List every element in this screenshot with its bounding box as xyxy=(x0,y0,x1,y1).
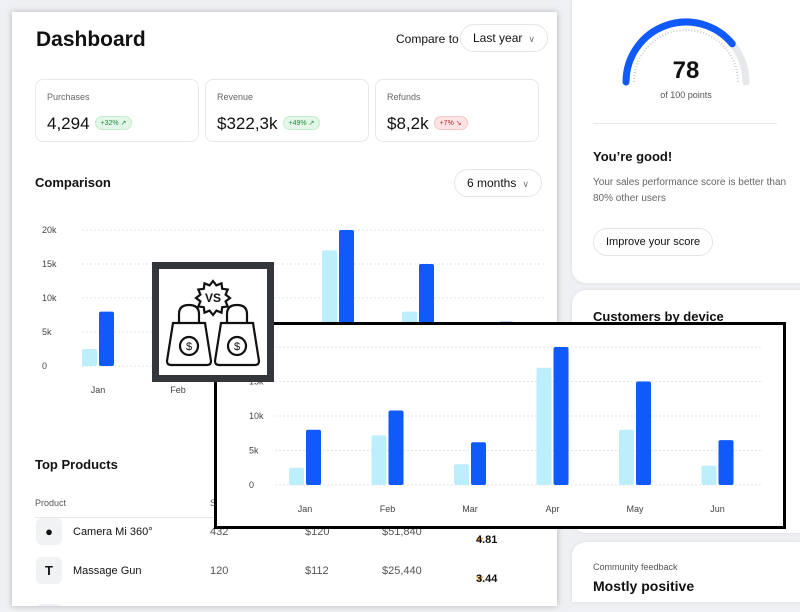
kpi-value: 4,294 xyxy=(47,114,90,133)
feedback-label: Community feedback xyxy=(593,562,678,572)
bar-may-series-1 xyxy=(619,429,634,485)
comparison-title: Comparison xyxy=(35,175,111,190)
product-name: Camera Mi 360° xyxy=(73,526,153,538)
x-tick-label: Jan xyxy=(91,385,106,395)
bar-apr-series-2 xyxy=(553,347,569,485)
table-row[interactable]: T Massage Gun 120 $112 $25,440 ★ 3.44 xyxy=(36,557,556,587)
score-value: 78 xyxy=(672,57,700,84)
trend-down-icon: ↘ xyxy=(455,120,462,127)
bar-jun-series-1 xyxy=(701,465,717,485)
kpi-label: Revenue xyxy=(217,92,254,102)
product-qty: 120 xyxy=(210,565,229,577)
y-tick-label: 5k xyxy=(249,446,259,456)
compare-label: Compare to xyxy=(396,32,459,46)
compare-dropdown[interactable]: Last year ∨ xyxy=(460,24,548,52)
shopping-bag-dollar-icon: $ xyxy=(213,303,261,367)
x-tick-label: Mar xyxy=(462,504,478,514)
score-max: of 100 points xyxy=(660,90,712,100)
y-tick-label: 10k xyxy=(249,411,264,421)
shopping-bag-dollar-icon: $ xyxy=(165,303,213,367)
vs-shopping-bags-icon: VS $ $ xyxy=(165,279,261,367)
massage-gun-icon: T xyxy=(36,557,62,584)
kpi-label: Purchases xyxy=(47,92,90,102)
y-tick-label: 0 xyxy=(42,361,47,371)
trend-up-icon: ↗ xyxy=(308,120,315,127)
page-title: Dashboard xyxy=(36,28,146,51)
y-tick-label: 0 xyxy=(249,480,254,490)
bar-apr-series-1 xyxy=(536,367,552,485)
bar-jan-series-1 xyxy=(82,349,97,366)
svg-text:VS: VS xyxy=(205,291,221,305)
x-tick-label: Jan xyxy=(298,504,313,514)
range-value: 6 months xyxy=(467,176,517,190)
score-title: You’re good! xyxy=(593,149,673,164)
column-header-product: Product xyxy=(35,498,67,508)
chevron-down-icon: ∨ xyxy=(528,34,535,44)
product-price: $112 xyxy=(305,565,329,577)
kpi-value: $8,2k xyxy=(387,114,429,133)
feedback-value: Mostly positive xyxy=(593,578,695,594)
kpi-revenue: Revenue $322,3k +49% ↗ xyxy=(205,79,369,142)
svg-text:$: $ xyxy=(234,341,240,353)
bar-jan-series-2 xyxy=(306,429,321,485)
bar-feb-series-2 xyxy=(388,410,404,485)
kpi-value: $322,3k xyxy=(217,114,278,133)
comparison-icon-box: VS $ $ xyxy=(152,262,274,382)
y-tick-label: 15k xyxy=(42,259,57,269)
x-tick-label: Apr xyxy=(545,504,559,514)
bar-jan-series-1 xyxy=(289,467,304,485)
score-text: Your sales performance score is better t… xyxy=(593,177,787,204)
x-tick-label: Feb xyxy=(380,504,396,514)
score-card: 78 of 100 points You’re good! Your sales… xyxy=(572,0,800,283)
compare-value: Last year xyxy=(473,31,523,45)
change-badge: +49% ↗ xyxy=(282,116,321,130)
x-tick-label: Feb xyxy=(170,385,186,395)
chevron-down-icon: ∨ xyxy=(522,179,529,189)
change-badge: +7% ↘ xyxy=(433,116,468,130)
divider xyxy=(593,123,777,124)
x-tick-label: May xyxy=(626,504,644,514)
bar-jan-series-2 xyxy=(99,311,114,366)
top-products-title: Top Products xyxy=(35,457,118,472)
y-tick-label: 5k xyxy=(42,327,52,337)
kpi-purchases: Purchases 4,294 +32% ↗ xyxy=(35,79,199,142)
kpi-refunds: Refunds $8,2k +7% ↘ xyxy=(375,79,539,142)
product-name: Massage Gun xyxy=(73,565,142,577)
bar-may-series-2 xyxy=(636,381,651,485)
kpi-label: Refunds xyxy=(387,92,421,102)
range-dropdown[interactable]: 6 months ∨ xyxy=(454,169,542,197)
camera-icon: ● xyxy=(36,518,62,545)
y-tick-label: 10k xyxy=(42,293,57,303)
product-revenue: $25,440 xyxy=(382,565,422,577)
bar-mar-series-2 xyxy=(471,442,486,485)
vs-badge-icon: VS xyxy=(194,279,232,317)
comparison-chart-zoomed: 05k10k15k20kJanFebMarAprMayJun xyxy=(249,342,762,514)
y-tick-label: 20k xyxy=(42,225,57,235)
bar-mar-series-1 xyxy=(454,464,469,485)
improve-score-button[interactable]: Improve your score xyxy=(593,228,714,256)
product-thumb xyxy=(36,604,62,606)
bar-jun-series-2 xyxy=(718,440,734,485)
x-tick-label: Jun xyxy=(710,504,725,514)
feedback-card: Community feedback Mostly positive xyxy=(572,542,800,602)
svg-text:$: $ xyxy=(186,341,192,353)
trend-up-icon: ↗ xyxy=(120,120,127,127)
change-badge: +32% ↗ xyxy=(94,116,133,130)
bar-feb-series-1 xyxy=(371,435,387,485)
zoomed-chart-overlay: 05k10k15k20kJanFebMarAprMayJun xyxy=(214,322,786,529)
